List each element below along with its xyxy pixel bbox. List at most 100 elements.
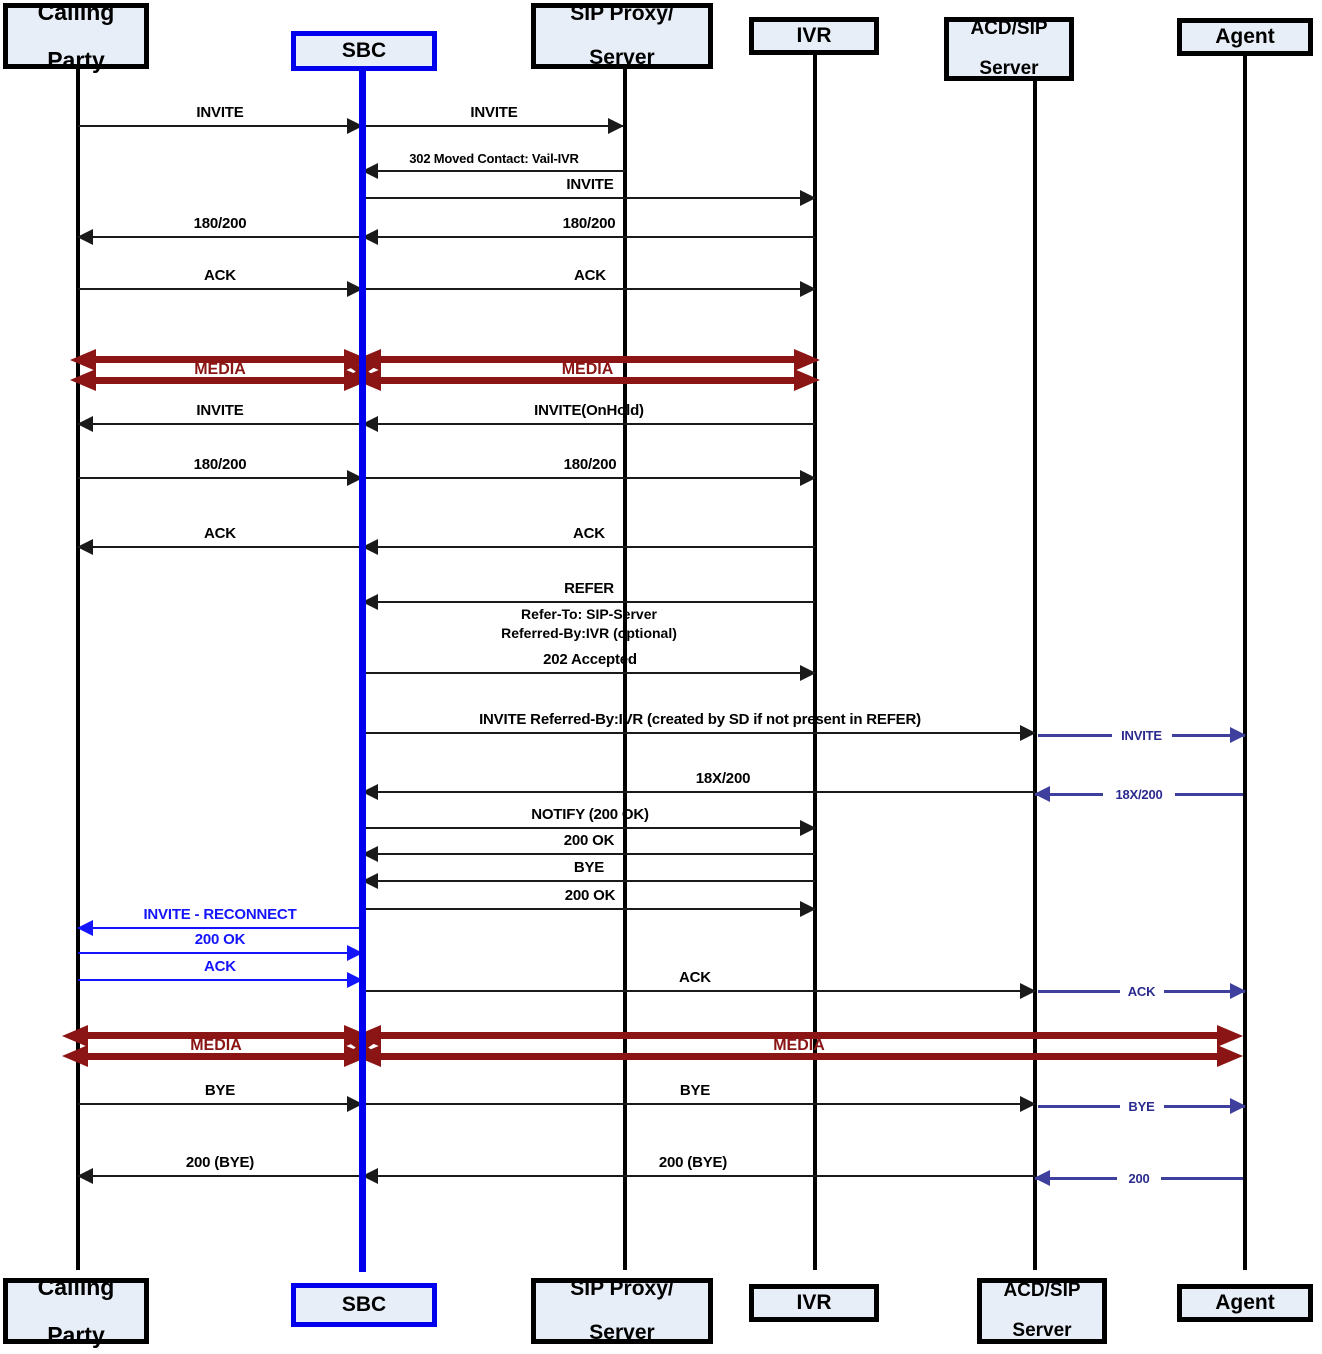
message-label: 180/200: [563, 456, 617, 473]
participant-label-line2: Server: [589, 1321, 655, 1345]
arrow-line: [78, 979, 362, 981]
message-sublabel-group: Refer-To: SIP-Server Referred-By:IVR (op…: [363, 605, 815, 643]
arrow-line: [363, 546, 815, 548]
message-label: ACK: [204, 267, 236, 284]
participant-label: IVR: [796, 23, 832, 47]
participant-box-sbc-top: SBC: [291, 31, 437, 71]
message-label: 180/200: [193, 215, 247, 232]
message-label: INVITE: [1111, 728, 1172, 743]
arrow-line: [363, 170, 625, 172]
message-label: 200 OK: [564, 887, 616, 904]
message-m33-media[interactable]: MEDIA: [355, 1025, 1243, 1067]
arrow-line: [78, 1103, 362, 1105]
arrow-line: [78, 125, 362, 127]
arrow-head-right: [1020, 1096, 1036, 1112]
message-label: 200 OK: [563, 832, 615, 849]
participant-label-line1: ACD/SIP: [970, 18, 1048, 40]
message-label: MEDIA: [561, 361, 614, 378]
participant-box-ivr-top: IVR: [749, 17, 879, 55]
participant-box-calling-party-bottom: Calling Party: [3, 1275, 149, 1349]
message-label: 18X/200: [1103, 787, 1175, 802]
participant-box-acd-sip-server-bottom: ACD/SIP Server: [977, 1278, 1107, 1344]
message-label: 180/200: [562, 215, 616, 232]
arrow-line: [78, 477, 362, 479]
participant-label-line2: Party: [47, 47, 105, 74]
arrow-line: [365, 477, 815, 479]
message-label: ACK: [204, 958, 236, 975]
arrow-line: [365, 827, 815, 829]
message-label: MEDIA: [773, 1037, 825, 1054]
message-label: BYE: [679, 1082, 711, 1099]
arrow-head-right: [1020, 983, 1036, 999]
message-label: ACK: [679, 969, 711, 986]
message-label: INVITE: [196, 104, 244, 121]
message-label: MEDIA: [190, 1037, 242, 1054]
message-m09-media[interactable]: MEDIA: [70, 349, 370, 391]
message-m32-media[interactable]: MEDIA: [62, 1025, 370, 1067]
arrow-line: [365, 732, 1035, 734]
participant-label: Agent: [1215, 1290, 1275, 1314]
message-label: 18X/200: [695, 770, 751, 787]
participant-label-line2: Server: [589, 46, 655, 70]
arrow-line: [78, 236, 362, 238]
participant-label: SBC: [341, 1292, 387, 1316]
participant-box-calling-party-top: Calling Party: [3, 0, 149, 74]
message-label: 200 (BYE): [185, 1154, 255, 1171]
message-label: 200: [1117, 1171, 1161, 1186]
message-label: 200 OK: [194, 931, 246, 948]
participant-box-sip-proxy-top: SIP Proxy/ Server: [531, 1, 713, 70]
message-label: MEDIA: [194, 361, 246, 378]
participant-box-agent-top: Agent: [1177, 18, 1313, 56]
participant-label-line1: ACD/SIP: [1003, 1280, 1081, 1302]
arrow-line: [365, 672, 815, 674]
arrow-line: [78, 927, 362, 929]
arrow-line: [365, 1103, 1035, 1105]
message-sublabel-refer-to: Refer-To: SIP-Server: [521, 606, 657, 622]
arrow-line: [363, 853, 815, 855]
message-label: INVITE: [566, 176, 614, 193]
arrow-line: [365, 288, 815, 290]
message-label: BYE: [204, 1082, 236, 1099]
message-label: 302 Moved Contact: Vail-IVR: [409, 151, 579, 166]
arrow-head-right: [1230, 983, 1246, 999]
arrow-line: [363, 791, 1035, 793]
message-label: ACK: [204, 525, 236, 542]
message-label: ACK: [574, 267, 606, 284]
arrow-head-right: [1230, 727, 1246, 743]
message-sublabel-referred-by: Referred-By:IVR (optional): [501, 624, 677, 641]
arrow-line: [78, 546, 362, 548]
message-label: INVITE: [196, 402, 244, 419]
participant-label-line1: Calling: [37, 0, 115, 25]
participant-label-line1: SIP Proxy/: [570, 1, 674, 25]
message-m10-media[interactable]: MEDIA: [355, 349, 820, 391]
participant-box-agent-bottom: Agent: [1177, 1284, 1313, 1322]
participant-label: Agent: [1215, 24, 1275, 48]
message-label: ACK: [573, 525, 605, 542]
message-label: NOTIFY (200 OK): [531, 806, 649, 823]
participant-box-acd-sip-server-top: ACD/SIP Server: [944, 17, 1074, 81]
participant-label: IVR: [796, 1290, 832, 1314]
message-label: REFER: [564, 580, 614, 597]
participant-label-line2: Server: [1012, 1319, 1072, 1341]
arrow-head-left: [1034, 786, 1050, 802]
arrow-line: [363, 880, 815, 882]
message-label: BYE: [1119, 1099, 1164, 1114]
arrow-line: [365, 990, 1035, 992]
message-label: ACK: [1119, 984, 1164, 999]
arrow-line: [363, 601, 815, 603]
arrow-line: [363, 236, 815, 238]
message-label: INVITE: [470, 104, 518, 121]
message-label: BYE: [573, 859, 605, 876]
arrow-line: [365, 197, 815, 199]
message-label: INVITE - RECONNECT: [143, 906, 297, 923]
arrow-line: [78, 1175, 362, 1177]
participant-label-line1: SIP Proxy/: [570, 1276, 674, 1300]
message-label: 202 Accepted: [543, 651, 637, 668]
participant-label-line2: Party: [47, 1322, 105, 1349]
arrow-line: [78, 952, 362, 954]
participant-box-ivr-bottom: IVR: [749, 1284, 879, 1322]
message-label: INVITE(OnHold): [534, 402, 644, 419]
arrow-head-left: [1034, 1170, 1050, 1186]
message-label: 180/200: [193, 456, 247, 473]
message-label: 200 (BYE): [658, 1154, 728, 1171]
